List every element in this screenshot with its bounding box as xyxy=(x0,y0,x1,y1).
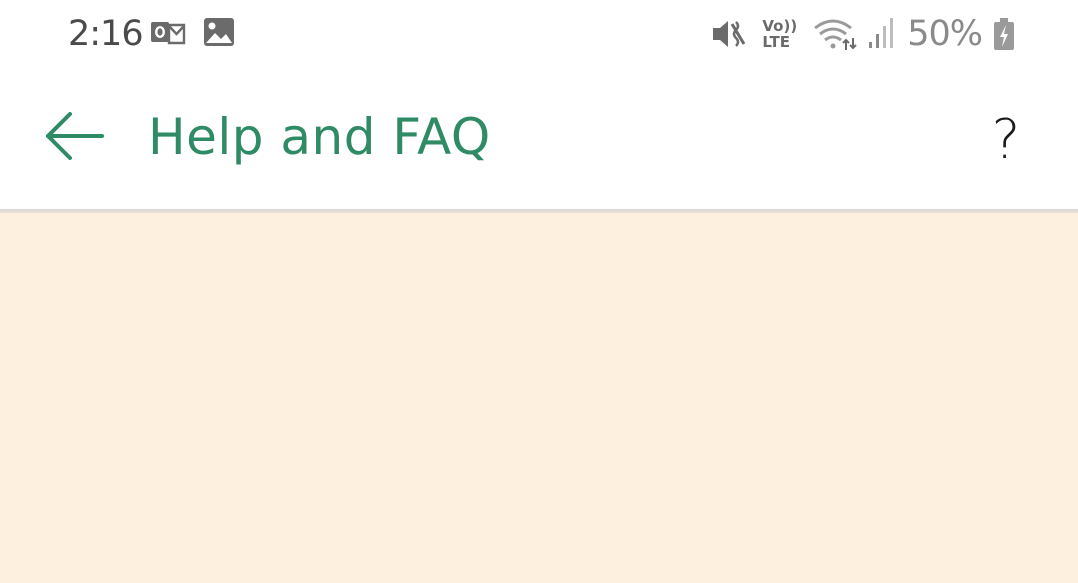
image-icon xyxy=(202,16,236,48)
arrow-left-icon xyxy=(44,110,104,162)
status-left-icons xyxy=(150,16,236,48)
battery-charging-icon xyxy=(992,16,1016,52)
battery-percent: 50% xyxy=(907,14,983,54)
volte-icon: Vo)) LTE xyxy=(762,18,797,50)
wifi-icon xyxy=(813,16,857,52)
back-button[interactable] xyxy=(38,100,110,172)
volte-bottom: LTE xyxy=(762,33,790,51)
signal-icon xyxy=(867,16,897,52)
status-time: 2:16 xyxy=(68,14,144,54)
status-right-icons: Vo)) LTE 50% xyxy=(710,12,1016,56)
content-area xyxy=(0,213,1078,583)
page-title: Help and FAQ xyxy=(148,108,491,166)
screen: 2:16 Vo)) LTE 50% Help and FAQ ? xyxy=(0,0,1078,583)
mute-icon xyxy=(710,16,746,52)
status-bar: 2:16 Vo)) LTE 50% xyxy=(0,0,1078,72)
app-bar: Help and FAQ ? xyxy=(0,72,1078,209)
volte-top: Vo)) xyxy=(762,17,798,35)
outlook-icon xyxy=(150,17,186,47)
help-button[interactable]: ? xyxy=(974,96,1038,182)
